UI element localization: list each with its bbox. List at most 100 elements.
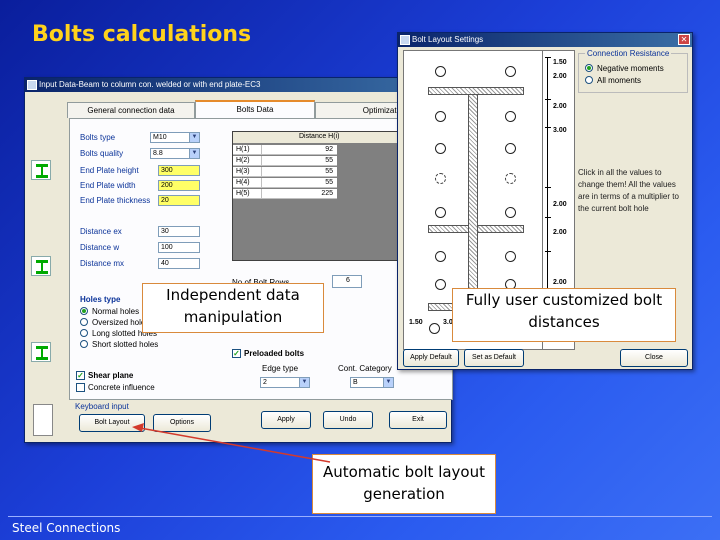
all-moments-radio[interactable] bbox=[585, 76, 593, 84]
dimension-value[interactable]: 1.50 bbox=[553, 59, 567, 66]
beam-column-connection-icon[interactable] bbox=[31, 160, 51, 180]
end-plate-width-input[interactable]: 200 bbox=[158, 180, 200, 191]
chevron-down-icon: ▼ bbox=[299, 378, 309, 387]
input-dialog-title: Input Data-Beam to column con. welded or… bbox=[39, 80, 261, 89]
bolt-hole[interactable] bbox=[505, 207, 516, 218]
close-icon[interactable]: ✕ bbox=[678, 34, 690, 45]
bolt-hole[interactable] bbox=[435, 143, 446, 154]
chevron-down-icon: ▼ bbox=[189, 133, 199, 142]
table-row[interactable]: H(4) 55 bbox=[233, 178, 337, 188]
options-button[interactable]: Options bbox=[153, 414, 211, 432]
callout-automatic-layout: Automatic bolt layout generation bbox=[312, 454, 496, 514]
bolt-rows-spinner[interactable]: 6 bbox=[332, 275, 362, 288]
end-plate-height-input[interactable]: 300 bbox=[158, 165, 200, 176]
bolt-hole[interactable] bbox=[505, 66, 516, 77]
cont-category-select[interactable]: B ▼ bbox=[350, 377, 394, 388]
negative-moments-radio[interactable] bbox=[585, 64, 593, 72]
set-as-default-button[interactable]: Set as Default bbox=[464, 349, 524, 367]
bolt-layout-button[interactable]: Bolt Layout bbox=[79, 414, 145, 432]
table-row[interactable]: H(2) 55 bbox=[233, 156, 337, 166]
distance-ex-input[interactable]: 30 bbox=[158, 226, 200, 237]
distance-w-input[interactable]: 100 bbox=[158, 242, 200, 253]
holes-type-label: Holes type bbox=[80, 295, 121, 304]
holes-radio-normal[interactable] bbox=[80, 307, 88, 315]
bolts-type-select[interactable]: M10 ▼ bbox=[150, 132, 200, 143]
callout-custom-distances: Fully user customized bolt distances bbox=[452, 288, 676, 342]
dimension-value[interactable]: 2.00 bbox=[553, 73, 567, 80]
radio-label: Normal holes bbox=[92, 307, 140, 316]
field-label: Distance mx bbox=[80, 259, 125, 268]
apply-button[interactable]: Apply bbox=[261, 411, 311, 429]
bolt-hole[interactable] bbox=[435, 279, 446, 290]
edge-type-select[interactable]: 2 ▼ bbox=[260, 377, 310, 388]
dimension-value[interactable]: 2.00 bbox=[553, 103, 567, 110]
bolt-hole[interactable] bbox=[435, 66, 446, 77]
field-label: Distance w bbox=[80, 243, 120, 252]
exit-button[interactable]: Exit bbox=[389, 411, 447, 429]
undo-button[interactable]: Undo bbox=[323, 411, 373, 429]
bolt-hole-empty[interactable] bbox=[505, 173, 516, 184]
beam-flange bbox=[428, 87, 524, 95]
concrete-influence-label: Concrete influence bbox=[88, 383, 155, 392]
layout-dialog-titlebar[interactable]: Bolt Layout Settings ✕ bbox=[398, 33, 692, 47]
app-icon bbox=[400, 35, 410, 45]
dimension-value[interactable]: 2.00 bbox=[553, 279, 567, 286]
field-label: Bolts type bbox=[80, 133, 116, 142]
edge-type-label: Edge type bbox=[262, 364, 299, 373]
beam-web bbox=[468, 95, 478, 303]
cont-category-label: Cont. Category bbox=[338, 364, 392, 373]
bolt-hole[interactable] bbox=[435, 207, 446, 218]
bolt-hole[interactable] bbox=[435, 251, 446, 262]
end-plate-thickness-input[interactable]: 20 bbox=[158, 195, 200, 206]
end-plate-connection-icon[interactable] bbox=[31, 256, 51, 276]
shear-plane-checkbox[interactable]: ✓ bbox=[76, 371, 85, 380]
help-text: Click in all the values to change them! … bbox=[578, 168, 679, 213]
preloaded-bolts-checkbox[interactable]: ✓ bbox=[232, 349, 241, 358]
column-connection-icon[interactable] bbox=[31, 342, 51, 362]
field-label: End Plate height bbox=[80, 166, 139, 175]
table-row[interactable]: H(1) 92 bbox=[233, 145, 337, 155]
input-data-dialog: Input Data-Beam to column con. welded or… bbox=[24, 77, 455, 443]
tab-general-connection-data[interactable]: General connection data bbox=[67, 102, 195, 118]
input-dialog-titlebar[interactable]: Input Data-Beam to column con. welded or… bbox=[25, 78, 451, 92]
apply-default-button[interactable]: Apply Default bbox=[403, 349, 459, 367]
dimension-value[interactable]: 1.50 bbox=[409, 319, 423, 326]
callout-independent: Independent data manipulation bbox=[142, 283, 324, 333]
concrete-influence-checkbox[interactable] bbox=[76, 383, 85, 392]
table-row[interactable]: H(5) 225 bbox=[233, 189, 337, 199]
bolt-hole[interactable] bbox=[505, 143, 516, 154]
radio-label: All moments bbox=[597, 76, 642, 85]
dimension-value[interactable]: 2.00 bbox=[553, 201, 567, 208]
connection-preview-icon bbox=[33, 404, 53, 436]
bolt-hole[interactable] bbox=[505, 251, 516, 262]
bolt-hole[interactable] bbox=[435, 111, 446, 122]
radio-label: Oversized holes bbox=[92, 318, 150, 327]
field-label: Distance ex bbox=[80, 227, 122, 236]
radio-label: Negative moments bbox=[597, 64, 664, 73]
layout-dialog-title: Bolt Layout Settings bbox=[412, 35, 484, 44]
dimension-value[interactable]: 3.00 bbox=[553, 127, 567, 134]
distance-table: Distance H(i) H(1) 92 H(2) 55 H(3) 55 H(4) 5… bbox=[232, 131, 410, 261]
tab-bolts-data[interactable]: Bolts Data bbox=[195, 100, 315, 118]
holes-radio-long-slotted[interactable] bbox=[80, 329, 88, 337]
bolt-hole[interactable] bbox=[429, 323, 440, 334]
bolts-data-panel: Bolts type M10 ▼ Bolts quality 8.8 ▼ End P… bbox=[69, 118, 453, 400]
preloaded-bolts-label: Preloaded bolts bbox=[244, 349, 305, 358]
footer-divider bbox=[8, 516, 712, 517]
app-icon bbox=[27, 80, 37, 90]
keyboard-input-label: Keyboard input bbox=[75, 402, 129, 411]
input-tabs: General connection data Bolts Data Optim… bbox=[67, 100, 455, 118]
bolt-hole-empty[interactable] bbox=[435, 173, 446, 184]
holes-radio-oversized[interactable] bbox=[80, 318, 88, 326]
holes-radio-short-slotted[interactable] bbox=[80, 340, 88, 348]
bolt-hole[interactable] bbox=[505, 111, 516, 122]
dimension-value[interactable]: 2.00 bbox=[553, 229, 567, 236]
distance-mx-input[interactable]: 40 bbox=[158, 258, 200, 269]
chevron-down-icon: ▼ bbox=[189, 149, 199, 158]
shear-plane-label: Shear plane bbox=[88, 371, 134, 380]
bolts-quality-select[interactable]: 8.8 ▼ bbox=[150, 148, 200, 159]
table-row[interactable]: H(3) 55 bbox=[233, 167, 337, 177]
field-label: End Plate thickness bbox=[80, 196, 151, 205]
field-label: End Plate width bbox=[80, 181, 136, 190]
close-button[interactable]: Close bbox=[620, 349, 688, 367]
